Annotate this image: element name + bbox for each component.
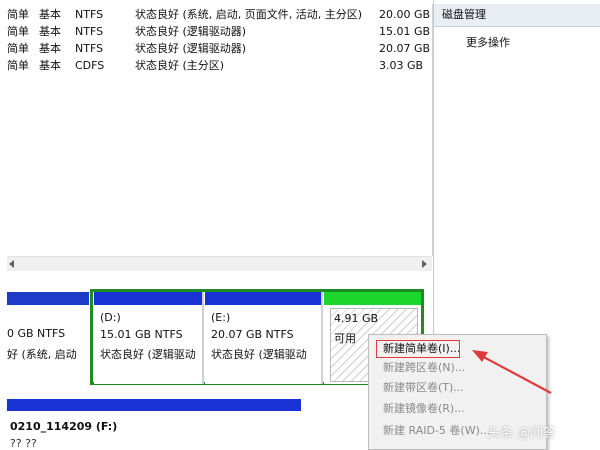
disk-management-window: 简单 基本 NTFS 状态良好 (系统, 启动, 页面文件, 活动, 主分区) … [0,0,600,450]
status-cell: 状态良好 (主分区) [135,59,225,72]
partition-name: (E:) [211,311,231,324]
partition-bar [94,292,202,305]
partition-status: 好 (系统, 启动 [7,348,77,361]
filesystem-cell: CDFS [75,59,105,72]
layout-cell: 简单 [7,8,29,21]
free-status: 可用 [334,332,356,345]
capacity-cell: 20.00 GB [379,8,431,21]
layout-cell: 简单 [7,59,29,72]
status-cell: 状态良好 (逻辑驱动器) [135,25,247,38]
partition-name: (D:) [100,311,121,324]
partition-status: 状态良好 (逻辑驱动 [100,348,196,361]
partition-d[interactable]: (D:) 15.01 GB NTFS 状态良好 (逻辑驱动 [94,292,204,384]
disk2-volume-label: 0210_114209 (F:) [10,420,118,433]
menu-highlight-box [376,340,460,358]
type-cell: 基本 [39,42,61,55]
partition-bar [7,292,89,305]
capacity-cell: 15.01 GB [379,25,431,38]
partition-size: 15.01 GB NTFS [100,328,183,341]
volume-list: 简单 基本 NTFS 状态良好 (系统, 启动, 页面文件, 活动, 主分区) … [7,4,433,256]
type-cell: 基本 [39,8,61,21]
menu-item-new-spanned-volume[interactable]: 新建跨区卷(N)... [383,359,465,377]
partition-bar [324,292,421,305]
layout-cell: 简单 [7,42,29,55]
actions-header[interactable]: 磁盘管理 [434,4,600,27]
filesystem-cell: NTFS [75,8,104,21]
partition-size: 20.07 GB NTFS [211,328,294,341]
partition-status: 状态良好 (逻辑驱动 [211,348,307,361]
system-partition[interactable]: 0 GB NTFS 好 (系统, 启动 [7,292,89,384]
layout-cell: 简单 [7,25,29,38]
partition-bar [205,292,321,305]
disk2-partition-bar[interactable] [7,399,301,411]
partition-size: 0 GB NTFS [7,327,66,340]
capacity-cell: 3.03 GB [379,59,424,72]
menu-item-new-striped-volume[interactable]: 新建带区卷(T)... [383,379,464,397]
free-size: 4.91 GB [334,312,379,325]
menu-item-new-raid5-volume[interactable]: 新建 RAID-5 卷(W)... [383,422,490,440]
filesystem-cell: NTFS [75,42,104,55]
disk2-cut-text: ?? ?? [10,437,37,448]
type-cell: 基本 [39,25,61,38]
horizontal-scrollbar[interactable] [7,256,432,271]
more-actions-link[interactable]: 更多操作 [466,34,510,50]
filesystem-cell: NTFS [75,25,104,38]
status-cell: 状态良好 (系统, 启动, 页面文件, 活动, 主分区) [135,8,363,21]
scroll-left-icon[interactable] [9,260,14,268]
type-cell: 基本 [39,59,61,72]
partition-e[interactable]: (E:) 20.07 GB NTFS 状态良好 (逻辑驱动 [205,292,323,384]
watermark: 头条 @问答 [487,426,557,441]
capacity-cell: 20.07 GB [379,42,431,55]
scroll-right-icon[interactable] [422,260,427,268]
menu-item-new-mirrored-volume[interactable]: 新建镜像卷(R)... [383,400,465,418]
status-cell: 状态良好 (逻辑驱动器) [135,42,247,55]
